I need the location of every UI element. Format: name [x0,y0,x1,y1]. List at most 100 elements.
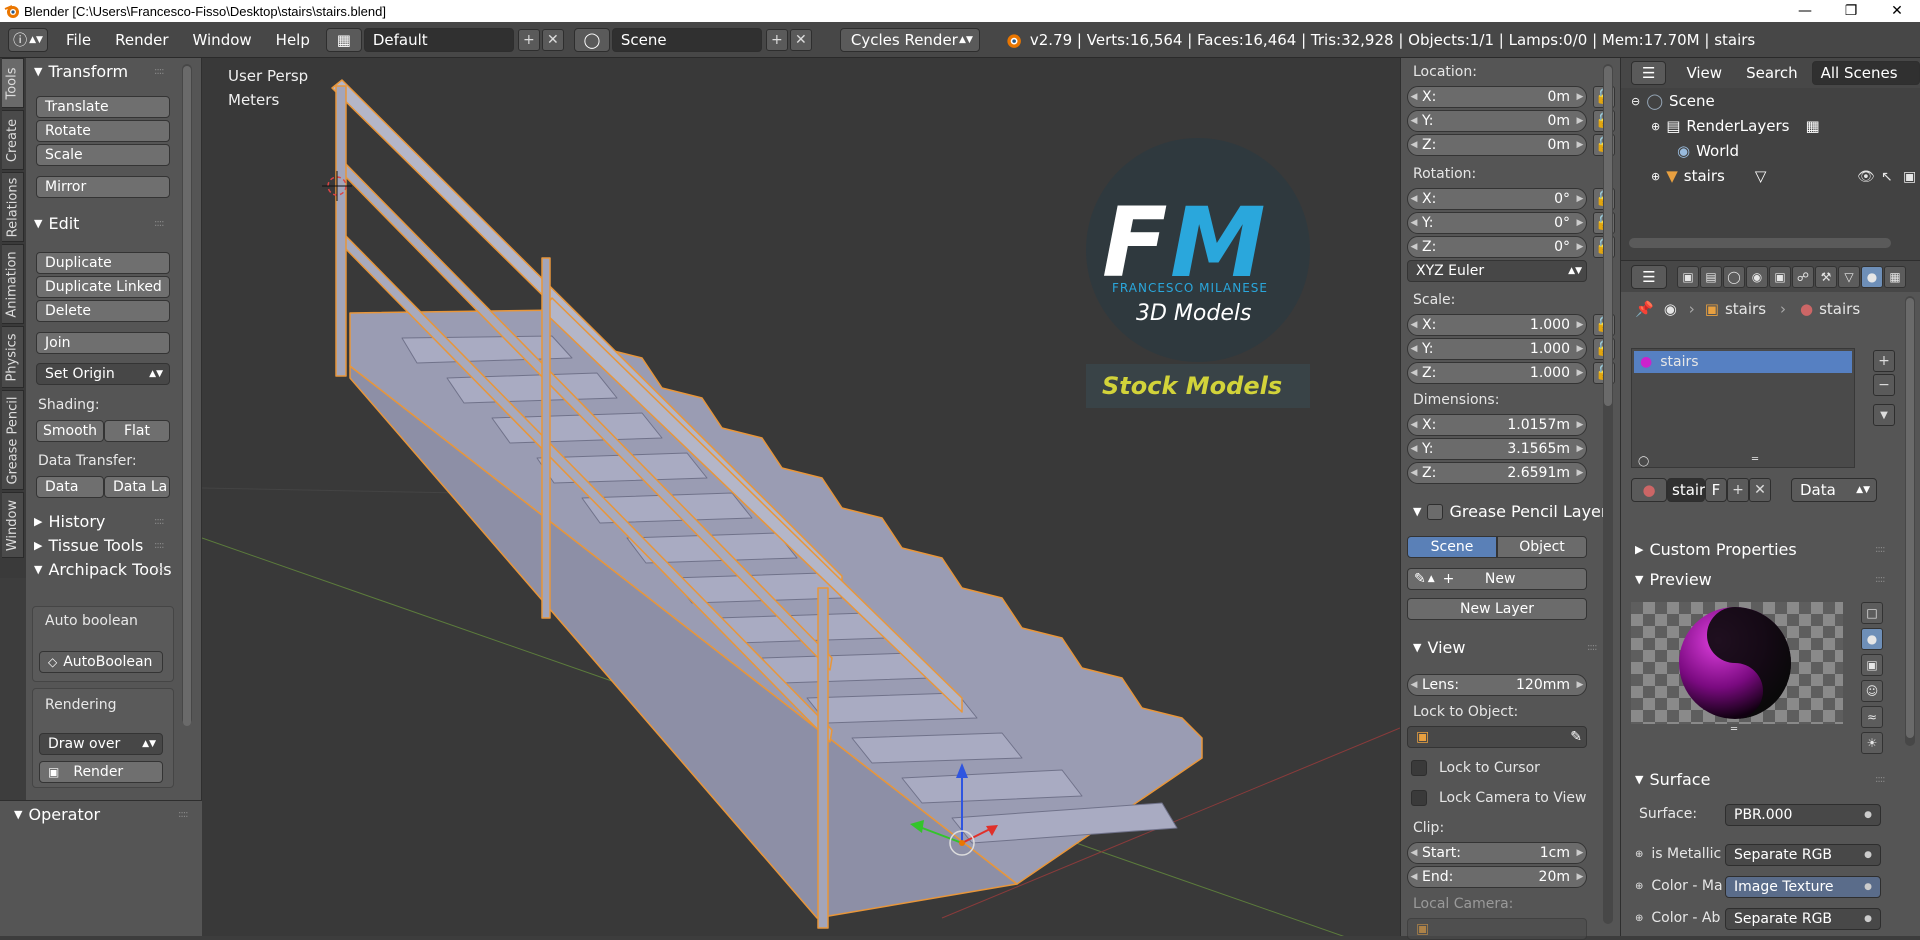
new-material-button[interactable]: + [1727,478,1749,502]
link-socket-icon[interactable]: ⊕ [1635,913,1643,924]
material-tab-icon[interactable]: ● [1861,265,1883,288]
collapse-icon[interactable]: ⊖ [1631,95,1640,108]
location-x-field[interactable]: ◀ X: 0m ▶ [1407,86,1587,108]
duplicate-linked-button[interactable]: Duplicate Linked [36,276,170,298]
rotation-x-field[interactable]: ◀ X: 0° ▶ [1407,188,1587,210]
local-camera-field[interactable]: ▣ [1407,918,1587,940]
tab-create[interactable]: Create [2,110,24,170]
menu-window[interactable]: Window [181,31,264,49]
tab-window[interactable]: Window [2,492,24,558]
properties-scrollbar[interactable] [1905,296,1915,746]
data-transfer-button[interactable]: Data [36,476,104,498]
tab-physics[interactable]: Physics [2,326,24,388]
mirror-button[interactable]: Mirror [36,176,170,198]
edit-panel-header[interactable]: ▼ Edit [34,214,79,233]
color-ma-input-select[interactable]: Image Texture ● [1725,876,1881,898]
rotation-y-field[interactable]: ◀ Y: 0° ▶ [1407,212,1587,234]
scale-x-field[interactable]: ◀ X: 1.000 ▶ [1407,314,1587,336]
tab-animation[interactable]: Animation [2,244,24,324]
material-link-select[interactable]: Data ▲▼ [1791,478,1877,502]
minimize-button[interactable]: — [1782,0,1828,22]
texture-tab-icon[interactable]: ▦ [1884,265,1906,288]
add-layout-button[interactable]: + [517,28,540,51]
fake-user-button[interactable]: F [1705,478,1727,502]
scene-name-field[interactable]: Scene [611,27,762,52]
link-socket-icon[interactable]: ⊕ [1635,881,1643,892]
toolshelf-scrollbar[interactable] [182,64,192,726]
render-engine-select[interactable]: Cycles Render ▲▼ [839,27,980,52]
lens-field[interactable]: ◀ Lens: 120mm ▶ [1407,674,1587,696]
properties-editor-type[interactable]: ☰ [1631,264,1667,289]
translate-button[interactable]: Translate [36,96,170,118]
auto-boolean-button[interactable]: ◇ AutoBoolean [39,651,163,673]
outliner-editor-type[interactable]: ☰ [1631,61,1667,85]
shade-smooth-button[interactable]: Smooth [36,420,104,442]
unlink-material-button[interactable]: ✕ [1749,478,1771,502]
grease-pencil-checkbox[interactable] [1427,503,1444,520]
grease-pencil-layer-header[interactable]: ▼ Grease Pencil Layer [1413,502,1607,521]
material-name-field[interactable]: stairs [1667,478,1713,502]
data-transfer-layers-button[interactable]: Data La [104,476,170,498]
world-tab-icon[interactable]: ◉ [1746,265,1768,288]
rotate-button[interactable]: Rotate [36,120,170,142]
scene-icon-button[interactable]: ◯ [573,27,610,52]
drag-grip-icon[interactable]: :::: [1587,642,1598,653]
drag-grip-icon[interactable]: :::: [154,218,165,229]
add-scene-button[interactable]: + [765,28,788,51]
gp-new-layer-button[interactable]: New Layer [1407,598,1587,620]
surface-shader-select[interactable]: PBR.000 ● [1725,804,1881,826]
history-panel-header[interactable]: ▶ History [34,512,105,531]
lock-camera-checkbox[interactable]: Lock Camera to View [1411,790,1587,806]
visibility-eye-icon[interactable]: 👁 [1857,169,1875,185]
render-tab-icon[interactable]: ▣ [1677,265,1699,288]
lock-to-cursor-checkbox[interactable]: Lock to Cursor [1411,760,1540,776]
expand-icon[interactable]: ⊕ [1651,170,1660,183]
filter-icon[interactable]: ◯ [1638,456,1649,467]
custom-properties-header[interactable]: ▶ Custom Properties [1635,540,1797,559]
gp-source-scene-button[interactable]: Scene [1407,536,1497,558]
metallic-input-select[interactable]: Separate RGB ● [1725,844,1881,866]
expand-icon[interactable]: ⊕ [1651,120,1660,133]
tab-relations[interactable]: Relations [2,172,24,242]
outliner-view-menu[interactable]: View [1674,64,1734,82]
editor-type-menu[interactable]: ⓘ ▲▼ [8,27,48,52]
maximize-button[interactable]: ❐ [1828,0,1874,22]
dimension-x-field[interactable]: ◀ X: 1.0157m ▶ [1407,414,1587,436]
preview-resize-grip[interactable]: ═ [1731,724,1737,735]
dimension-z-field[interactable]: ◀ Z: 2.6591m ▶ [1407,462,1587,484]
location-y-field[interactable]: ◀ Y: 0m ▶ [1407,110,1587,132]
pin-icon[interactable]: 📌 [1635,300,1654,318]
preview-header[interactable]: ▼ Preview [1635,570,1712,589]
tab-tools[interactable]: Tools [2,58,24,108]
material-specials-button[interactable]: ▼ [1873,404,1895,426]
scale-button[interactable]: Scale [36,144,170,166]
gp-new-button[interactable]: ✎ ▲ + New [1407,568,1587,590]
close-window-button[interactable]: ✕ [1874,0,1920,22]
drag-grip-icon[interactable]: :::: [154,516,165,527]
modifiers-tab-icon[interactable]: ⚒ [1815,265,1837,288]
menu-help[interactable]: Help [264,31,322,49]
join-button[interactable]: Join [36,332,170,354]
duplicate-button[interactable]: Duplicate [36,252,170,274]
remove-material-slot-button[interactable]: − [1873,374,1895,396]
drag-grip-icon[interactable]: :::: [1875,544,1886,555]
add-material-slot-button[interactable]: + [1873,350,1895,372]
drag-grip-icon[interactable]: :::: [1875,574,1886,585]
draw-over-select[interactable]: Draw over ▲▼ [39,733,163,755]
view-panel-header[interactable]: ▼ View [1413,638,1465,657]
render-layers-tab-icon[interactable]: ▤ [1700,265,1722,288]
set-origin-select[interactable]: Set Origin ▲▼ [36,363,170,385]
drag-grip-icon[interactable]: :::: [1875,774,1886,785]
dimension-y-field[interactable]: ◀ Y: 3.1565m ▶ [1407,438,1587,460]
location-z-field[interactable]: ◀ Z: 0m ▶ [1407,134,1587,156]
drag-grip-icon[interactable]: :::: [154,564,165,575]
menu-render[interactable]: Render [103,31,180,49]
outliner-row-world[interactable]: ◉ World [1677,142,1739,160]
color-ab-input-select[interactable]: Separate RGB ● [1725,908,1881,930]
layout-name-field[interactable]: Default [363,27,514,52]
clip-end-field[interactable]: ◀ End: 20m ▶ [1407,866,1587,888]
operator-panel-header[interactable]: ▼ Operator [14,805,100,824]
object-tab-icon[interactable]: ▣ [1769,265,1791,288]
drag-grip-icon[interactable]: :::: [154,66,165,77]
preview-sky-icon[interactable]: ☀ [1861,732,1883,754]
